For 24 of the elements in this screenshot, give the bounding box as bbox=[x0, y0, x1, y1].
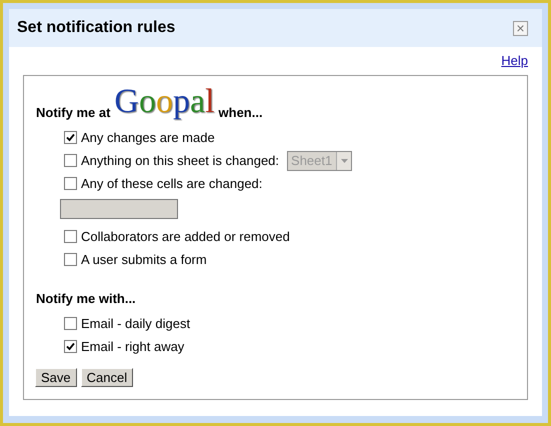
section-heading: Notify me with... bbox=[36, 291, 137, 306]
option-label: Any of these cells are changed: bbox=[81, 176, 262, 191]
save-button[interactable]: Save bbox=[35, 368, 77, 387]
caret-icon bbox=[340, 158, 348, 162]
close-button[interactable]: × bbox=[513, 20, 528, 36]
window-title: Set notification rules bbox=[17, 19, 176, 37]
checkbox[interactable] bbox=[64, 230, 77, 243]
option-label: Email - right away bbox=[81, 339, 184, 354]
checkbox[interactable] bbox=[64, 253, 77, 266]
checkbox[interactable] bbox=[64, 131, 77, 144]
option-label: Anything on this sheet is changed: bbox=[81, 153, 280, 168]
checkbox[interactable] bbox=[64, 317, 77, 330]
option-label: Collaborators are added or removed bbox=[81, 229, 290, 244]
option-label: A user submits a form bbox=[81, 252, 207, 267]
logo: Goopal bbox=[114, 84, 215, 120]
cancel-button[interactable]: Cancel bbox=[80, 368, 134, 387]
option-label: Email - daily digest bbox=[81, 316, 190, 331]
checkbox[interactable] bbox=[64, 177, 77, 190]
option-label: Any changes are made bbox=[81, 130, 215, 145]
help-link[interactable]: Help bbox=[501, 53, 528, 73]
checkbox[interactable] bbox=[64, 340, 77, 353]
section-heading: when... bbox=[218, 105, 263, 120]
section-heading: Notify me at bbox=[36, 105, 110, 120]
checkbox[interactable] bbox=[64, 154, 77, 167]
